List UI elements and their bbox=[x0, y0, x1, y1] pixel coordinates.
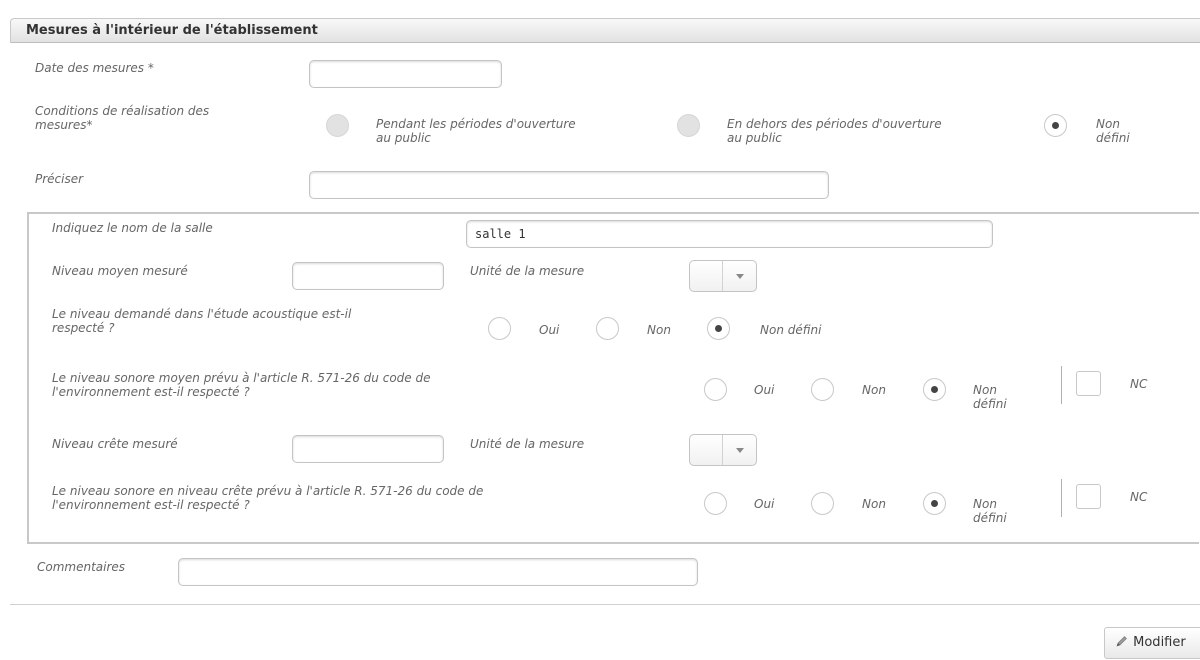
option-pendant-ouverture-label: Pendant les périodes d'ouverture au publ… bbox=[376, 117, 576, 145]
radio-crete-non[interactable] bbox=[811, 492, 834, 515]
niveau-moyen-input[interactable] bbox=[292, 262, 444, 290]
unite-select-1[interactable] bbox=[689, 260, 757, 292]
modifier-button[interactable]: Modifier bbox=[1104, 627, 1200, 659]
etude-oui-label: Oui bbox=[539, 323, 560, 337]
preciser-input[interactable] bbox=[309, 171, 829, 199]
moyen-question-line1: Le niveau sonore moyen prévu à l'article… bbox=[52, 371, 431, 385]
radio-crete-oui[interactable] bbox=[704, 492, 727, 515]
unite-label-2: Unité de la mesure bbox=[470, 437, 585, 451]
crete-non-defini-line2: défini bbox=[973, 511, 1007, 525]
radio-moyen-oui[interactable] bbox=[704, 378, 727, 401]
moyen-divider bbox=[1061, 366, 1062, 404]
option-non-defini-line2: défini bbox=[1096, 131, 1130, 145]
pencil-icon bbox=[1115, 630, 1129, 647]
radio-crete-non-defini[interactable] bbox=[923, 492, 946, 515]
crete-oui-label: Oui bbox=[754, 497, 775, 511]
crete-non-defini-label: Non défini bbox=[973, 497, 1007, 525]
option-en-dehors-line2: au public bbox=[727, 131, 782, 145]
unite-select-2[interactable] bbox=[689, 434, 757, 466]
etude-non-label: Non bbox=[647, 323, 671, 337]
radio-en-dehors-ouverture[interactable] bbox=[677, 114, 700, 137]
radio-pendant-ouverture[interactable] bbox=[326, 114, 349, 137]
conditions-label-line2: mesures* bbox=[35, 118, 93, 132]
unite-label-1: Unité de la mesure bbox=[470, 264, 585, 278]
etude-question-line2: respecté ? bbox=[52, 321, 115, 335]
option-non-defini-label: Non défini bbox=[1096, 117, 1130, 145]
commentaires-label: Commentaires bbox=[37, 560, 126, 574]
niveau-crete-label: Niveau crête mesuré bbox=[52, 437, 178, 451]
chevron-down-icon[interactable] bbox=[722, 435, 756, 465]
section-title: Mesures à l'intérieur de l'établissement bbox=[26, 23, 318, 38]
moyen-question-line2: l'environnement est-il respecté ? bbox=[52, 385, 250, 399]
moyen-non-defini-line2: défini bbox=[973, 397, 1007, 411]
radio-etude-non[interactable] bbox=[596, 317, 619, 340]
option-non-defini-line1: Non bbox=[1096, 117, 1120, 131]
preciser-label: Préciser bbox=[35, 172, 84, 186]
radio-moyen-non[interactable] bbox=[811, 378, 834, 401]
option-pendant-line1: Pendant les périodes d'ouverture bbox=[376, 117, 576, 131]
chevron-down-icon[interactable] bbox=[722, 261, 756, 291]
etude-question-line1: Le niveau demandé dans l'étude acoustiqu… bbox=[52, 307, 352, 321]
date-label: Date des mesures * bbox=[35, 61, 154, 75]
moyen-nc-checkbox[interactable] bbox=[1076, 371, 1101, 396]
niveau-crete-input[interactable] bbox=[292, 435, 444, 463]
crete-non-label: Non bbox=[862, 497, 886, 511]
radio-etude-oui[interactable] bbox=[488, 317, 511, 340]
etude-non-defini-label: Non défini bbox=[760, 323, 822, 337]
crete-non-defini-line1: Non bbox=[973, 497, 997, 511]
moyen-question: Le niveau sonore moyen prévu à l'article… bbox=[52, 371, 430, 399]
crete-divider bbox=[1061, 479, 1062, 517]
salle-name-input[interactable]: salle 1 bbox=[466, 220, 993, 248]
crete-question-line2: l'environnement est-il respecté ? bbox=[52, 498, 250, 512]
salle-name-label: Indiquez le nom de la salle bbox=[52, 221, 213, 235]
conditions-label-line1: Conditions de réalisation des bbox=[35, 104, 210, 118]
modifier-label: Modifier bbox=[1133, 635, 1186, 650]
radio-moyen-non-defini[interactable] bbox=[923, 378, 946, 401]
radio-etude-non-defini[interactable] bbox=[707, 317, 730, 340]
moyen-non-defini-label: Non défini bbox=[973, 383, 1007, 411]
moyen-non-defini-line1: Non bbox=[973, 383, 997, 397]
crete-nc-label: NC bbox=[1130, 490, 1148, 504]
crete-question: Le niveau sonore en niveau crête prévu à… bbox=[52, 484, 483, 512]
etude-question: Le niveau demandé dans l'étude acoustiqu… bbox=[52, 307, 351, 335]
moyen-oui-label: Oui bbox=[754, 383, 775, 397]
conditions-label: Conditions de réalisation des mesures* bbox=[35, 104, 209, 132]
moyen-nc-label: NC bbox=[1130, 377, 1148, 391]
crete-question-line1: Le niveau sonore en niveau crête prévu à… bbox=[52, 484, 484, 498]
option-en-dehors-label: En dehors des périodes d'ouverture au pu… bbox=[727, 117, 942, 145]
commentaires-input[interactable] bbox=[178, 558, 698, 586]
option-pendant-line2: au public bbox=[376, 131, 431, 145]
radio-non-defini-conditions[interactable] bbox=[1044, 114, 1067, 137]
crete-nc-checkbox[interactable] bbox=[1076, 484, 1101, 509]
niveau-moyen-label: Niveau moyen mesuré bbox=[52, 264, 188, 278]
option-en-dehors-line1: En dehors des périodes d'ouverture bbox=[727, 117, 942, 131]
form-divider bbox=[10, 604, 1200, 605]
moyen-non-label: Non bbox=[862, 383, 886, 397]
date-input[interactable] bbox=[309, 60, 502, 88]
section-header: Mesures à l'intérieur de l'établissement bbox=[10, 18, 1200, 43]
